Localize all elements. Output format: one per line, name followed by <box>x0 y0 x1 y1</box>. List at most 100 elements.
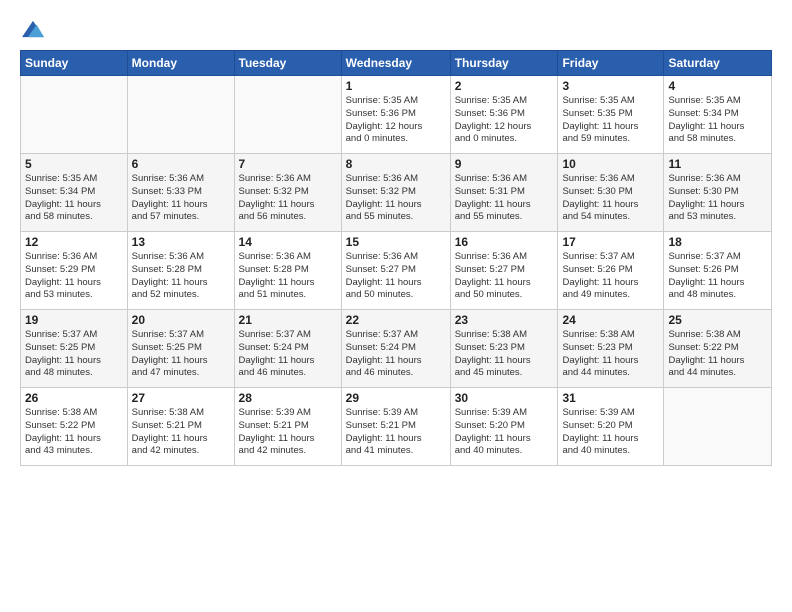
calendar-cell <box>664 388 772 466</box>
day-number: 1 <box>346 79 446 93</box>
day-number: 20 <box>132 313 230 327</box>
logo-text <box>20 18 44 40</box>
weekday-header-sunday: Sunday <box>21 51 128 76</box>
calendar-cell: 12Sunrise: 5:36 AM Sunset: 5:29 PM Dayli… <box>21 232 128 310</box>
calendar-table: SundayMondayTuesdayWednesdayThursdayFrid… <box>20 50 772 466</box>
day-number: 14 <box>239 235 337 249</box>
calendar-cell: 18 Sunrise: 5:37 AM Sunset: 5:26 PM Dayli… <box>664 232 772 310</box>
calendar-cell: 29 Sunrise: 5:39 AM Sunset: 5:21 PM Dayli… <box>341 388 450 466</box>
day-info: Sunrise: 5:36 AM Sunset: 5:30 PM Dayligh… <box>668 173 767 224</box>
day-number: 29 <box>346 391 446 405</box>
calendar-week-3: 12Sunrise: 5:36 AM Sunset: 5:29 PM Dayli… <box>21 232 772 310</box>
calendar-cell: 3 Sunrise: 5:35 AM Sunset: 5:35 PM Daylig… <box>558 76 664 154</box>
day-number: 18 <box>668 235 767 249</box>
calendar-cell <box>21 76 128 154</box>
day-info: Sunrise: 5:36 AM Sunset: 5:31 PM Dayligh… <box>455 173 554 224</box>
day-number: 5 <box>25 157 123 171</box>
day-info: Sunrise: 5:35 AM Sunset: 5:34 PM Dayligh… <box>25 173 123 224</box>
day-number: 13 <box>132 235 230 249</box>
day-number: 23 <box>455 313 554 327</box>
calendar-week-2: 5 Sunrise: 5:35 AM Sunset: 5:34 PM Daylig… <box>21 154 772 232</box>
day-number: 27 <box>132 391 230 405</box>
weekday-header-monday: Monday <box>127 51 234 76</box>
day-info: Sunrise: 5:35 AM Sunset: 5:35 PM Dayligh… <box>562 95 659 146</box>
day-info: Sunrise: 5:36 AM Sunset: 5:29 PM Dayligh… <box>25 251 123 302</box>
day-number: 4 <box>668 79 767 93</box>
day-info: Sunrise: 5:36 AM Sunset: 5:27 PM Dayligh… <box>346 251 446 302</box>
day-number: 25 <box>668 313 767 327</box>
calendar-week-4: 19Sunrise: 5:37 AM Sunset: 5:25 PM Dayli… <box>21 310 772 388</box>
day-info: Sunrise: 5:37 AM Sunset: 5:25 PM Dayligh… <box>132 329 230 380</box>
calendar-cell: 5 Sunrise: 5:35 AM Sunset: 5:34 PM Daylig… <box>21 154 128 232</box>
day-number: 15 <box>346 235 446 249</box>
day-number: 28 <box>239 391 337 405</box>
day-number: 31 <box>562 391 659 405</box>
calendar-cell: 8Sunrise: 5:36 AM Sunset: 5:32 PM Daylig… <box>341 154 450 232</box>
day-info: Sunrise: 5:37 AM Sunset: 5:24 PM Dayligh… <box>239 329 337 380</box>
day-info: Sunrise: 5:35 AM Sunset: 5:36 PM Dayligh… <box>346 95 446 146</box>
logo <box>20 18 44 40</box>
day-info: Sunrise: 5:36 AM Sunset: 5:30 PM Dayligh… <box>562 173 659 224</box>
weekday-header-wednesday: Wednesday <box>341 51 450 76</box>
day-number: 9 <box>455 157 554 171</box>
calendar-cell: 25 Sunrise: 5:38 AM Sunset: 5:22 PM Dayli… <box>664 310 772 388</box>
calendar-cell: 11 Sunrise: 5:36 AM Sunset: 5:30 PM Dayli… <box>664 154 772 232</box>
calendar-week-1: 1 Sunrise: 5:35 AM Sunset: 5:36 PM Daylig… <box>21 76 772 154</box>
calendar-cell: 2 Sunrise: 5:35 AM Sunset: 5:36 PM Daylig… <box>450 76 558 154</box>
weekday-header-saturday: Saturday <box>664 51 772 76</box>
calendar-week-5: 26Sunrise: 5:38 AM Sunset: 5:22 PM Dayli… <box>21 388 772 466</box>
calendar-cell: 27 Sunrise: 5:38 AM Sunset: 5:21 PM Dayli… <box>127 388 234 466</box>
day-info: Sunrise: 5:37 AM Sunset: 5:26 PM Dayligh… <box>668 251 767 302</box>
header <box>20 18 772 40</box>
day-info: Sunrise: 5:36 AM Sunset: 5:28 PM Dayligh… <box>132 251 230 302</box>
calendar-cell: 26Sunrise: 5:38 AM Sunset: 5:22 PM Dayli… <box>21 388 128 466</box>
day-info: Sunrise: 5:39 AM Sunset: 5:20 PM Dayligh… <box>562 407 659 458</box>
day-info: Sunrise: 5:38 AM Sunset: 5:21 PM Dayligh… <box>132 407 230 458</box>
calendar-cell: 15 Sunrise: 5:36 AM Sunset: 5:27 PM Dayli… <box>341 232 450 310</box>
day-info: Sunrise: 5:37 AM Sunset: 5:26 PM Dayligh… <box>562 251 659 302</box>
calendar-cell: 24Sunrise: 5:38 AM Sunset: 5:23 PM Dayli… <box>558 310 664 388</box>
calendar-cell: 30Sunrise: 5:39 AM Sunset: 5:20 PM Dayli… <box>450 388 558 466</box>
calendar-cell <box>127 76 234 154</box>
calendar-cell: 19Sunrise: 5:37 AM Sunset: 5:25 PM Dayli… <box>21 310 128 388</box>
day-info: Sunrise: 5:39 AM Sunset: 5:21 PM Dayligh… <box>346 407 446 458</box>
day-info: Sunrise: 5:38 AM Sunset: 5:22 PM Dayligh… <box>668 329 767 380</box>
day-number: 2 <box>455 79 554 93</box>
page: SundayMondayTuesdayWednesdayThursdayFrid… <box>0 0 792 476</box>
calendar-header-row: SundayMondayTuesdayWednesdayThursdayFrid… <box>21 51 772 76</box>
day-number: 3 <box>562 79 659 93</box>
calendar-cell <box>234 76 341 154</box>
calendar-cell: 6Sunrise: 5:36 AM Sunset: 5:33 PM Daylig… <box>127 154 234 232</box>
calendar-cell: 21 Sunrise: 5:37 AM Sunset: 5:24 PM Dayli… <box>234 310 341 388</box>
calendar-cell: 4 Sunrise: 5:35 AM Sunset: 5:34 PM Daylig… <box>664 76 772 154</box>
day-info: Sunrise: 5:36 AM Sunset: 5:32 PM Dayligh… <box>346 173 446 224</box>
day-info: Sunrise: 5:38 AM Sunset: 5:23 PM Dayligh… <box>455 329 554 380</box>
day-number: 21 <box>239 313 337 327</box>
day-info: Sunrise: 5:37 AM Sunset: 5:24 PM Dayligh… <box>346 329 446 380</box>
day-info: Sunrise: 5:36 AM Sunset: 5:32 PM Dayligh… <box>239 173 337 224</box>
day-info: Sunrise: 5:39 AM Sunset: 5:21 PM Dayligh… <box>239 407 337 458</box>
day-number: 6 <box>132 157 230 171</box>
calendar-cell: 20 Sunrise: 5:37 AM Sunset: 5:25 PM Dayli… <box>127 310 234 388</box>
calendar-cell: 7Sunrise: 5:36 AM Sunset: 5:32 PM Daylig… <box>234 154 341 232</box>
calendar-cell: 1 Sunrise: 5:35 AM Sunset: 5:36 PM Daylig… <box>341 76 450 154</box>
day-number: 22 <box>346 313 446 327</box>
calendar-cell: 9 Sunrise: 5:36 AM Sunset: 5:31 PM Daylig… <box>450 154 558 232</box>
calendar-cell: 23 Sunrise: 5:38 AM Sunset: 5:23 PM Dayli… <box>450 310 558 388</box>
day-number: 11 <box>668 157 767 171</box>
day-number: 17 <box>562 235 659 249</box>
calendar-cell: 14 Sunrise: 5:36 AM Sunset: 5:28 PM Dayli… <box>234 232 341 310</box>
day-info: Sunrise: 5:35 AM Sunset: 5:36 PM Dayligh… <box>455 95 554 146</box>
calendar-cell: 22 Sunrise: 5:37 AM Sunset: 5:24 PM Dayli… <box>341 310 450 388</box>
weekday-header-tuesday: Tuesday <box>234 51 341 76</box>
day-number: 30 <box>455 391 554 405</box>
day-info: Sunrise: 5:38 AM Sunset: 5:22 PM Dayligh… <box>25 407 123 458</box>
day-info: Sunrise: 5:36 AM Sunset: 5:28 PM Dayligh… <box>239 251 337 302</box>
calendar-cell: 13 Sunrise: 5:36 AM Sunset: 5:28 PM Dayli… <box>127 232 234 310</box>
day-info: Sunrise: 5:36 AM Sunset: 5:27 PM Dayligh… <box>455 251 554 302</box>
calendar-cell: 10Sunrise: 5:36 AM Sunset: 5:30 PM Dayli… <box>558 154 664 232</box>
calendar-cell: 31 Sunrise: 5:39 AM Sunset: 5:20 PM Dayli… <box>558 388 664 466</box>
day-info: Sunrise: 5:35 AM Sunset: 5:34 PM Dayligh… <box>668 95 767 146</box>
day-number: 24 <box>562 313 659 327</box>
day-number: 16 <box>455 235 554 249</box>
